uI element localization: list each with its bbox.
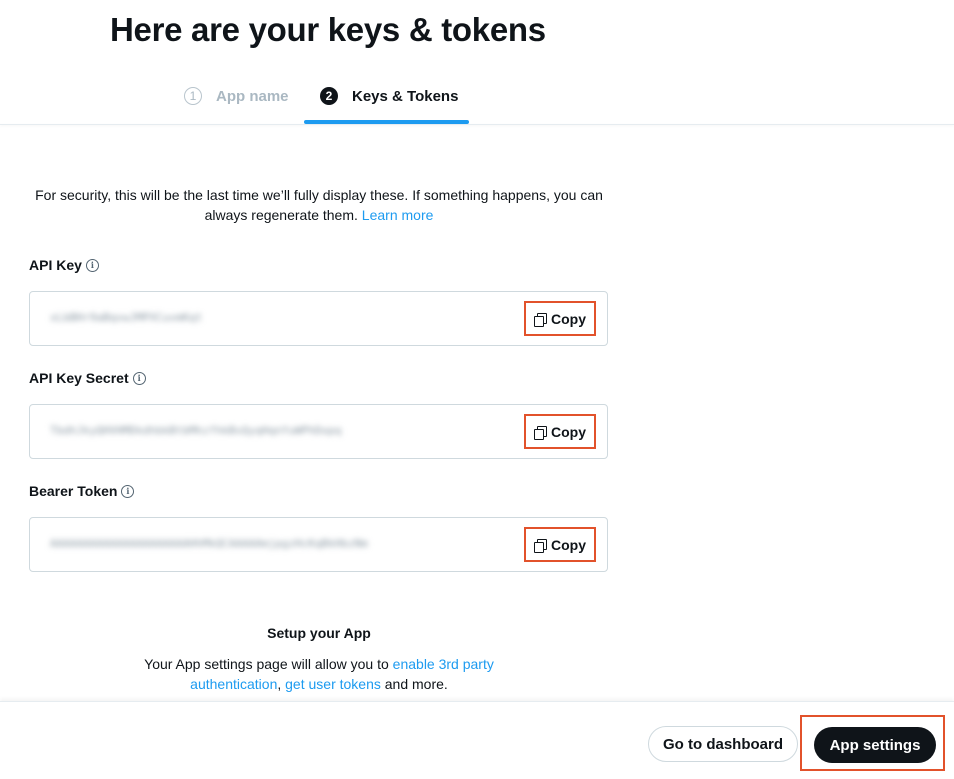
page: Here are your keys & tokens 1 App name 2… [0,0,954,779]
notice-text: For security, this will be the last time… [35,187,603,223]
bearer-token-label: Bearer Token i [29,483,135,499]
app-settings-highlight: App settings [800,715,945,771]
field-label-text: API Key [29,257,82,273]
info-icon[interactable]: i [85,258,99,272]
copy-api-key-secret-button[interactable]: Copy [524,414,596,449]
copy-label: Copy [551,423,586,440]
info-icon[interactable]: i [132,371,146,385]
app-settings-button[interactable]: App settings [814,727,936,763]
step-number: 2 [320,87,338,105]
setup-description: Your App settings page will allow you to… [130,654,508,694]
copy-icon [534,312,547,327]
copy-label: Copy [551,536,586,553]
field-label-text: Bearer Token [29,483,118,499]
setup-separator: , [277,676,286,692]
setup-text-before: Your App settings page will allow you to [144,656,393,672]
footer-bar: Go to dashboard App settings [0,701,954,779]
api-key-field: xLbBHr9aBqvwJMPXCuvmKqt Copy [29,291,608,346]
copy-bearer-token-button[interactable]: Copy [524,527,596,562]
stepper: 1 App name 2 Keys & Tokens [0,72,954,124]
step-number: 1 [184,87,202,105]
step-app-name[interactable]: 1 App name [184,87,289,105]
step-keys-tokens[interactable]: 2 Keys & Tokens [320,87,458,105]
bearer-token-field: AAAAAAAAAAAAAAAAAAAAAHhMkQCAAAAAmjpgzHcK… [29,517,608,572]
api-key-secret-label: API Key Secret i [29,370,146,386]
header-divider [0,124,954,125]
copy-icon [534,425,547,440]
info-icon[interactable]: i [121,484,135,498]
api-key-secret-field: TbdhJkyQHVHMDkdhbkBtbMhzfhkBsQyqHqnYuWPh… [29,404,608,459]
copy-label: Copy [551,310,586,327]
security-notice: For security, this will be the last time… [29,185,609,225]
api-key-value: xLbBHr9aBqvwJMPXCuvmKqt [50,311,203,324]
go-to-dashboard-button[interactable]: Go to dashboard [648,726,798,762]
get-user-tokens-link[interactable]: get user tokens [285,676,381,692]
step-label: Keys & Tokens [352,87,459,105]
copy-icon [534,538,547,553]
api-key-secret-value: TbdhJkyQHVHMDkdhbkBtbMhzfhkBsQyqHqnYuWPh… [50,424,342,437]
bearer-token-value: AAAAAAAAAAAAAAAAAAAAAHhMkQCAAAAAmjpgzHcK… [50,537,368,550]
page-title: Here are your keys & tokens [110,11,546,48]
copy-api-key-button[interactable]: Copy [524,301,596,336]
learn-more-link[interactable]: Learn more [362,207,434,223]
setup-text-after: and more. [380,676,448,692]
api-key-label: API Key i [29,257,99,273]
setup-title: Setup your App [267,625,371,641]
field-label-text: API Key Secret [29,370,129,386]
step-label: App name [216,87,289,105]
